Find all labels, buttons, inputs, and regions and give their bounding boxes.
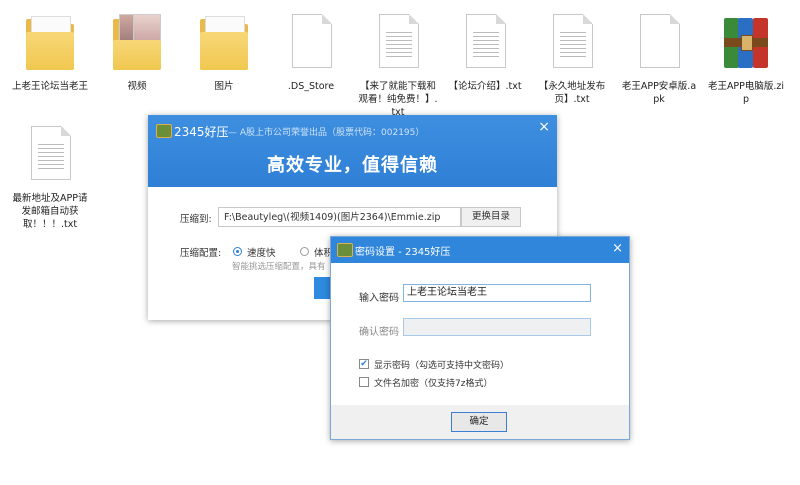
file-name: 视频: [127, 81, 147, 92]
small-size-radio[interactable]: [300, 247, 309, 256]
file-name: .DS_Store: [287, 81, 335, 92]
path-label: 压缩到:: [180, 214, 212, 225]
blank-file-icon: [283, 10, 339, 76]
ok-button[interactable]: 确定: [451, 412, 507, 432]
app-subtitle: — A股上市公司荣誉出品（股票代码：002195）: [228, 128, 425, 138]
compress-window-header: 2345好压 — A股上市公司荣誉出品（股票代码：002195） × 高效专业，…: [148, 115, 557, 187]
folder-icon: [109, 10, 165, 76]
slogan: 高效专业，值得信赖: [267, 155, 438, 176]
close-icon[interactable]: ×: [538, 119, 550, 135]
text-file-icon: [544, 10, 600, 76]
file-item[interactable]: 【来了就能下载和观看！纯免费！】.txt: [358, 10, 438, 119]
password-dialog: 密码设置 - 2345好压 × 输入密码 上老王论坛当老王 确认密码 ✔ 显示密…: [330, 236, 630, 440]
app-title: 2345好压: [174, 125, 229, 139]
file-item[interactable]: 老王APP安卓版.apk: [619, 10, 699, 106]
text-file-icon: [370, 10, 426, 76]
password-label: 输入密码: [359, 293, 399, 304]
file-item[interactable]: 【永久地址发布页】.txt: [532, 10, 612, 106]
file-item[interactable]: 老王APP电脑版.zip: [706, 10, 786, 106]
file-item[interactable]: .DS_Store: [271, 10, 351, 93]
confirm-password-label: 确认密码: [359, 327, 399, 338]
folder-icon: [22, 10, 78, 76]
file-name: 【论坛介绍】.txt: [448, 81, 522, 92]
file-item[interactable]: 最新地址及APP请发邮箱自动获取！！！.txt: [10, 122, 90, 231]
encrypt-filenames-label: 文件名加密（仅支持7z格式）: [374, 379, 493, 389]
file-item[interactable]: 图片: [184, 10, 264, 93]
config-hint: 智能挑选压缩配置，具有: [232, 262, 326, 272]
dialog-title: 密码设置 - 2345好压: [355, 247, 451, 258]
file-name: 老王APP电脑版.zip: [707, 81, 785, 105]
show-password-label: 显示密码（勾选可支持中文密码）: [374, 361, 510, 371]
config-label: 压缩配置:: [180, 248, 222, 259]
folder-icon: [196, 10, 252, 76]
change-directory-button[interactable]: 更换目录: [461, 207, 521, 227]
file-name: 老王APP安卓版.apk: [621, 81, 697, 105]
fast-mode-radio[interactable]: [233, 247, 242, 256]
close-icon[interactable]: ×: [612, 241, 623, 256]
password-input[interactable]: 上老王论坛当老王: [403, 284, 591, 302]
file-name: 上老王论坛当老王: [11, 81, 88, 92]
text-file-icon: [457, 10, 513, 76]
show-password-checkbox[interactable]: ✔: [359, 359, 369, 369]
apk-file-icon: [631, 10, 687, 76]
fast-mode-label: 速度快: [247, 248, 276, 259]
file-name: 【永久地址发布页】.txt: [538, 81, 606, 105]
app-logo-icon: [337, 243, 353, 257]
text-file-icon: [22, 122, 78, 188]
file-item[interactable]: 上老王论坛当老王: [10, 10, 90, 93]
app-logo-icon: [156, 124, 172, 138]
archive-icon: [718, 10, 774, 76]
file-item[interactable]: 视频: [97, 10, 177, 93]
confirm-password-input[interactable]: [403, 318, 591, 336]
password-dialog-header: 密码设置 - 2345好压 ×: [331, 237, 629, 263]
file-name: 【来了就能下载和观看！纯免费！】.txt: [358, 81, 438, 118]
dialog-footer: 确定: [331, 405, 629, 439]
output-path-field[interactable]: F:\Beautyleg\(视频1409)(图片2364)\Emmie.zip: [218, 207, 461, 227]
encrypt-filenames-checkbox[interactable]: [359, 377, 369, 387]
file-name: 最新地址及APP请发邮箱自动获取！！！.txt: [12, 193, 88, 230]
file-name: 图片: [214, 81, 234, 92]
file-item[interactable]: 【论坛介绍】.txt: [445, 10, 525, 93]
